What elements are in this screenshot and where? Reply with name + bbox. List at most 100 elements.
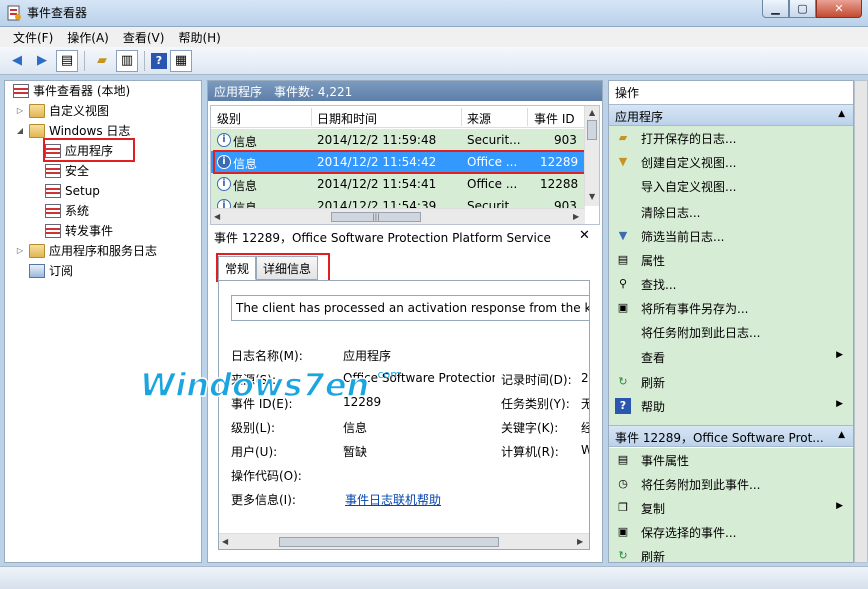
refresh-icon: ↻ (618, 549, 628, 562)
show-scope-icon[interactable]: ▥ (116, 49, 138, 72)
collapse-arrow-icon[interactable]: ◢ (15, 126, 25, 135)
column-divider[interactable] (527, 108, 528, 126)
close-button[interactable]: ✕ (816, 0, 862, 18)
menu-view[interactable]: 查看(V) (116, 29, 172, 46)
tree-item-subscriptions[interactable]: 订阅 (25, 261, 73, 280)
action-event-properties[interactable]: ▤ 事件属性 (609, 448, 853, 472)
actions-header: 操作 (609, 81, 853, 101)
action-refresh[interactable]: ↻ 刷新 (609, 370, 853, 394)
tree-item-app-service-logs[interactable]: ▷ 应用程序和服务日志 (15, 241, 157, 260)
maximize-button[interactable]: ▢ (789, 0, 816, 18)
table-row[interactable]: i 信息 2014/12/2 11:59:48 Securit... 903 (211, 129, 585, 151)
action-find[interactable]: ⚲ 查找... (609, 272, 853, 296)
actions-vertical-scrollbar[interactable] (854, 80, 868, 563)
action-label: 事件属性 (641, 454, 690, 468)
actions-section-event[interactable]: 事件 12289，Office Software Prot... ▲ (609, 425, 853, 447)
event-detail-panel: The client has processed an activation r… (218, 280, 590, 550)
action-attach-task-to-event[interactable]: ◷ 将任务附加到此事件... (609, 472, 853, 496)
cell-level: 信息 (233, 135, 258, 149)
submenu-arrow-icon: ▶ (836, 399, 843, 409)
column-header-source[interactable]: 来源 (467, 110, 491, 127)
cell-source: Office ... (467, 177, 518, 191)
table-vertical-scrollbar[interactable]: ▲ ▼ (584, 106, 599, 206)
field-value-user: 暂缺 (343, 445, 368, 459)
event-message[interactable]: The client has processed an activation r… (231, 295, 589, 321)
event-log-online-help-link[interactable]: 事件日志联机帮助 (345, 491, 441, 508)
close-detail-icon[interactable]: ✕ (579, 228, 590, 243)
action-refresh-event[interactable]: ↻ 刷新 (609, 544, 853, 562)
selected-row-highlight (213, 150, 591, 174)
action-copy[interactable]: ❐ 复制 ▶ (609, 496, 853, 520)
up-folder-icon[interactable]: ▰ (91, 50, 113, 72)
action-save-selected-events[interactable]: ▣ 保存选择的事件... (609, 520, 853, 544)
field-label-task: 任务类别(Y): (501, 397, 570, 411)
action-open-saved-log[interactable]: ▰ 打开保存的日志... (609, 126, 853, 150)
action-label: 将所有事件另存为... (641, 302, 749, 316)
open-folder-icon: ▰ (618, 131, 628, 144)
detail-horizontal-scrollbar[interactable]: ◀ ▶ (219, 533, 589, 549)
action-save-all-events[interactable]: ▣ 将所有事件另存为... (609, 296, 853, 320)
scrollbar-thumb[interactable]: ||| (331, 212, 421, 222)
action-import-custom-view[interactable]: 导入自定义视图... (609, 174, 853, 198)
minimize-button[interactable]: ▁ (762, 0, 789, 18)
column-divider[interactable] (461, 108, 462, 126)
scrollbar-thumb[interactable] (279, 537, 499, 547)
filter-create-icon: ▼ (618, 155, 628, 168)
tree-item-system[interactable]: 系统 (41, 201, 89, 220)
forward-icon[interactable]: ▶ (31, 50, 53, 72)
action-clear-log[interactable]: 清除日志... (609, 200, 853, 224)
collapse-up-icon[interactable]: ▲ (838, 109, 845, 119)
scroll-left-icon[interactable]: ◀ (222, 537, 228, 546)
tree-item-forwarded-events[interactable]: 转发事件 (41, 221, 113, 240)
highlight-box (216, 253, 330, 282)
column-header-datetime[interactable]: 日期和时间 (317, 110, 377, 127)
field-value-keywords: 经典 (581, 419, 589, 436)
menu-file[interactable]: 文件(F) (6, 29, 60, 46)
scroll-down-icon[interactable]: ▼ (589, 192, 595, 201)
tree-item-security[interactable]: 安全 (41, 161, 89, 180)
show-action-pane-icon[interactable]: ▦ (170, 49, 192, 72)
help-icon[interactable]: ? (151, 52, 167, 69)
action-help[interactable]: ? 帮助 ▶ (609, 394, 853, 418)
expand-arrow-icon[interactable]: ▷ (15, 246, 25, 255)
scroll-right-icon[interactable]: ▶ (573, 212, 579, 221)
field-label-level: 级别(L): (231, 421, 276, 435)
tree-item-event-viewer-local[interactable]: 事件查看器 (本地) (9, 81, 130, 100)
table-horizontal-scrollbar[interactable]: ◀ ||| ▶ (211, 208, 585, 224)
action-attach-task-to-log[interactable]: 将任务附加到此日志... (609, 320, 853, 344)
submenu-arrow-icon: ▶ (836, 501, 843, 511)
scroll-right-icon[interactable]: ▶ (577, 537, 583, 546)
field-value-logged: 2014/12/2 11:54:42 (581, 371, 589, 385)
column-header-level[interactable]: 级别 (217, 110, 241, 127)
info-icon: i (217, 133, 231, 147)
cell-level: 信息 (233, 179, 258, 193)
event-detail-title: 事件 12289，Office Software Protection Plat… (214, 231, 551, 245)
action-label: 查看 (641, 351, 666, 365)
expand-arrow-icon[interactable]: ▷ (15, 106, 25, 115)
action-filter-current-log[interactable]: ▼ 筛选当前日志... (609, 224, 853, 248)
tree-item-setup[interactable]: Setup (41, 181, 100, 200)
binoculars-icon: ⚲ (618, 277, 628, 290)
event-properties-icon: ▤ (617, 453, 629, 466)
scroll-left-icon[interactable]: ◀ (214, 212, 220, 221)
toolbar-separator (144, 50, 145, 71)
table-row[interactable]: i 信息 2014/12/2 11:54:41 Office ... 12288 (211, 173, 585, 195)
column-divider[interactable] (311, 108, 312, 126)
menu-action[interactable]: 操作(A) (60, 29, 116, 46)
log-icon (45, 163, 61, 178)
action-properties[interactable]: ▤ 属性 (609, 248, 853, 272)
back-icon[interactable]: ◀ (6, 50, 28, 72)
show-tree-icon[interactable]: ▤ (56, 49, 78, 72)
scroll-up-icon[interactable]: ▲ (589, 108, 595, 117)
action-label: 查找... (641, 278, 677, 292)
action-create-custom-view[interactable]: ▼ 创建自定义视图... (609, 150, 853, 174)
collapse-up-icon[interactable]: ▲ (838, 430, 845, 440)
actions-section-application[interactable]: 应用程序 ▲ (609, 104, 853, 126)
event-viewer-icon (13, 83, 29, 98)
scrollbar-thumb[interactable] (587, 120, 597, 140)
menu-help[interactable]: 帮助(H) (171, 29, 227, 46)
tree-item-label: 安全 (65, 164, 90, 178)
action-view[interactable]: 查看 ▶ (609, 345, 853, 369)
tree-item-custom-views[interactable]: ▷ 自定义视图 (15, 101, 109, 120)
column-header-event-id[interactable]: 事件 ID (534, 110, 575, 127)
